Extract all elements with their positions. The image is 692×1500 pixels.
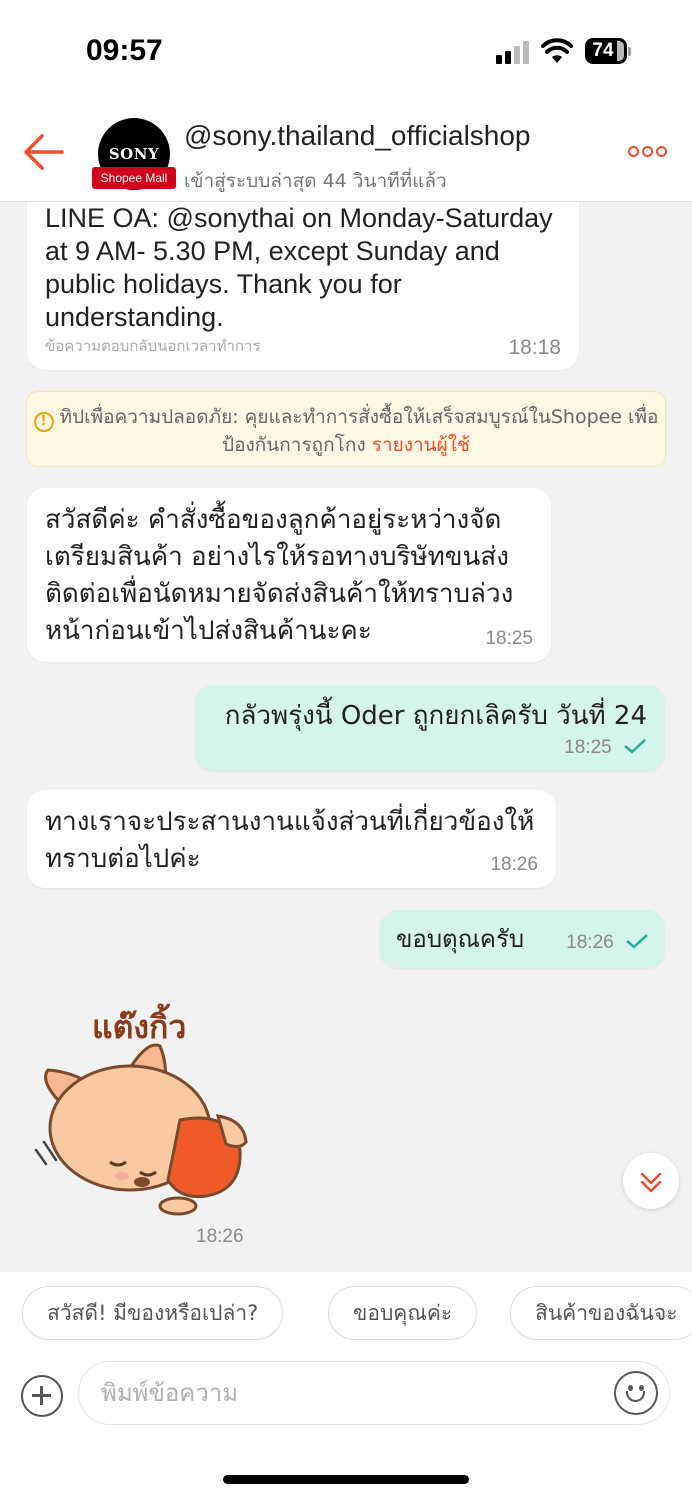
message-time: 18:25 xyxy=(564,737,612,758)
message-text: กลัวพรุ่งนี้ Oder ถูกยกเลิครับ วันที่ 24 xyxy=(224,701,647,731)
read-check-icon xyxy=(626,934,648,949)
message-text: LINE OA: @sonythai on Monday-Saturday at… xyxy=(45,203,553,332)
last-seen-status: เข้าสู่ระบบล่าสุด 44 วินาทีที่แล้ว xyxy=(184,170,447,192)
message-text: สวัสดีค่ะ คำสั่งซื้อของลูกค้าอยู่ระหว่าง… xyxy=(45,505,514,646)
add-attachment-icon[interactable] xyxy=(21,1375,63,1417)
safety-tip-banner: ! ทิปเพื่อความปลอดภัย: คุยและทำการสั่งซื้… xyxy=(26,391,666,467)
message-bubble-outgoing: กลัวพรุ่งนี้ Oder ถูกยกเลิครับ วันที่ 24… xyxy=(195,685,665,771)
message-bubble-incoming: สวัสดีค่ะ คำสั่งซื้อของลูกค้าอยู่ระหว่าง… xyxy=(27,488,551,662)
message-time: 18:18 xyxy=(508,336,561,359)
quick-reply-chip[interactable]: ขอบคุณค่ะ xyxy=(328,1286,478,1340)
auto-reply-note: ข้อความตอบกลับนอกเวลาทำการ xyxy=(45,337,261,355)
wifi-icon xyxy=(541,38,573,63)
message-text: ขอบตุณครับ xyxy=(396,925,525,953)
message-time: 18:25 xyxy=(485,628,533,649)
cellular-signal-icon xyxy=(496,40,532,64)
double-chevron-down-icon xyxy=(640,1172,662,1193)
message-time: 18:26 xyxy=(490,854,538,875)
message-input[interactable] xyxy=(78,1361,670,1425)
message-text: ทางเราจะประสานงานแจ้งส่วนที่เกี่ยวข้องให… xyxy=(45,807,535,874)
quick-reply-chip[interactable]: สินค้าของฉันจะ xyxy=(510,1286,692,1340)
battery-icon: 74 xyxy=(585,38,631,64)
chat-header: SONY Shopee Mall @sony.thailand_official… xyxy=(0,100,692,202)
warning-icon: ! xyxy=(33,412,54,432)
home-indicator xyxy=(223,1475,469,1484)
scroll-to-bottom-button[interactable] xyxy=(623,1153,679,1209)
shopee-mall-badge: Shopee Mall xyxy=(92,167,176,189)
more-options-icon[interactable] xyxy=(628,146,670,160)
message-time-row: 18:25 xyxy=(564,737,647,759)
thank-you-sticker-image xyxy=(34,1043,248,1216)
back-arrow-icon[interactable] xyxy=(22,132,64,172)
quick-reply-bar: สวัสดี! มีของหรือเปล่า? ขอบคุณค่ะ สินค้า… xyxy=(0,1272,692,1354)
shop-name[interactable]: @sony.thailand_officialshop xyxy=(184,120,531,152)
message-bubble-outgoing: ขอบตุณครับ 18:26 xyxy=(380,910,665,968)
sticker-time: 18:26 xyxy=(196,1226,244,1247)
message-time-row: 18:26 xyxy=(566,932,649,954)
read-check-icon xyxy=(624,739,646,754)
quick-reply-chip[interactable]: สวัสดี! มีของหรือเปล่า? xyxy=(22,1286,284,1340)
status-bar: 09:57 74 xyxy=(0,0,692,100)
message-bubble-incoming: ทางเราจะประสานงานแจ้งส่วนที่เกี่ยวข้องให… xyxy=(27,790,556,888)
battery-level: 74 xyxy=(592,40,614,61)
message-composer xyxy=(0,1354,692,1500)
status-time: 09:57 xyxy=(86,34,163,67)
avatar-logo-text: SONY xyxy=(108,145,160,163)
safety-tip-text: ทิปเพื่อความปลอดภัย: คุยและทำการสั่งซื้อ… xyxy=(59,406,659,456)
emoji-icon[interactable] xyxy=(614,1371,658,1415)
message-time: 18:26 xyxy=(566,932,614,953)
report-user-link[interactable]: รายงานผู้ใช้ xyxy=(372,434,470,456)
